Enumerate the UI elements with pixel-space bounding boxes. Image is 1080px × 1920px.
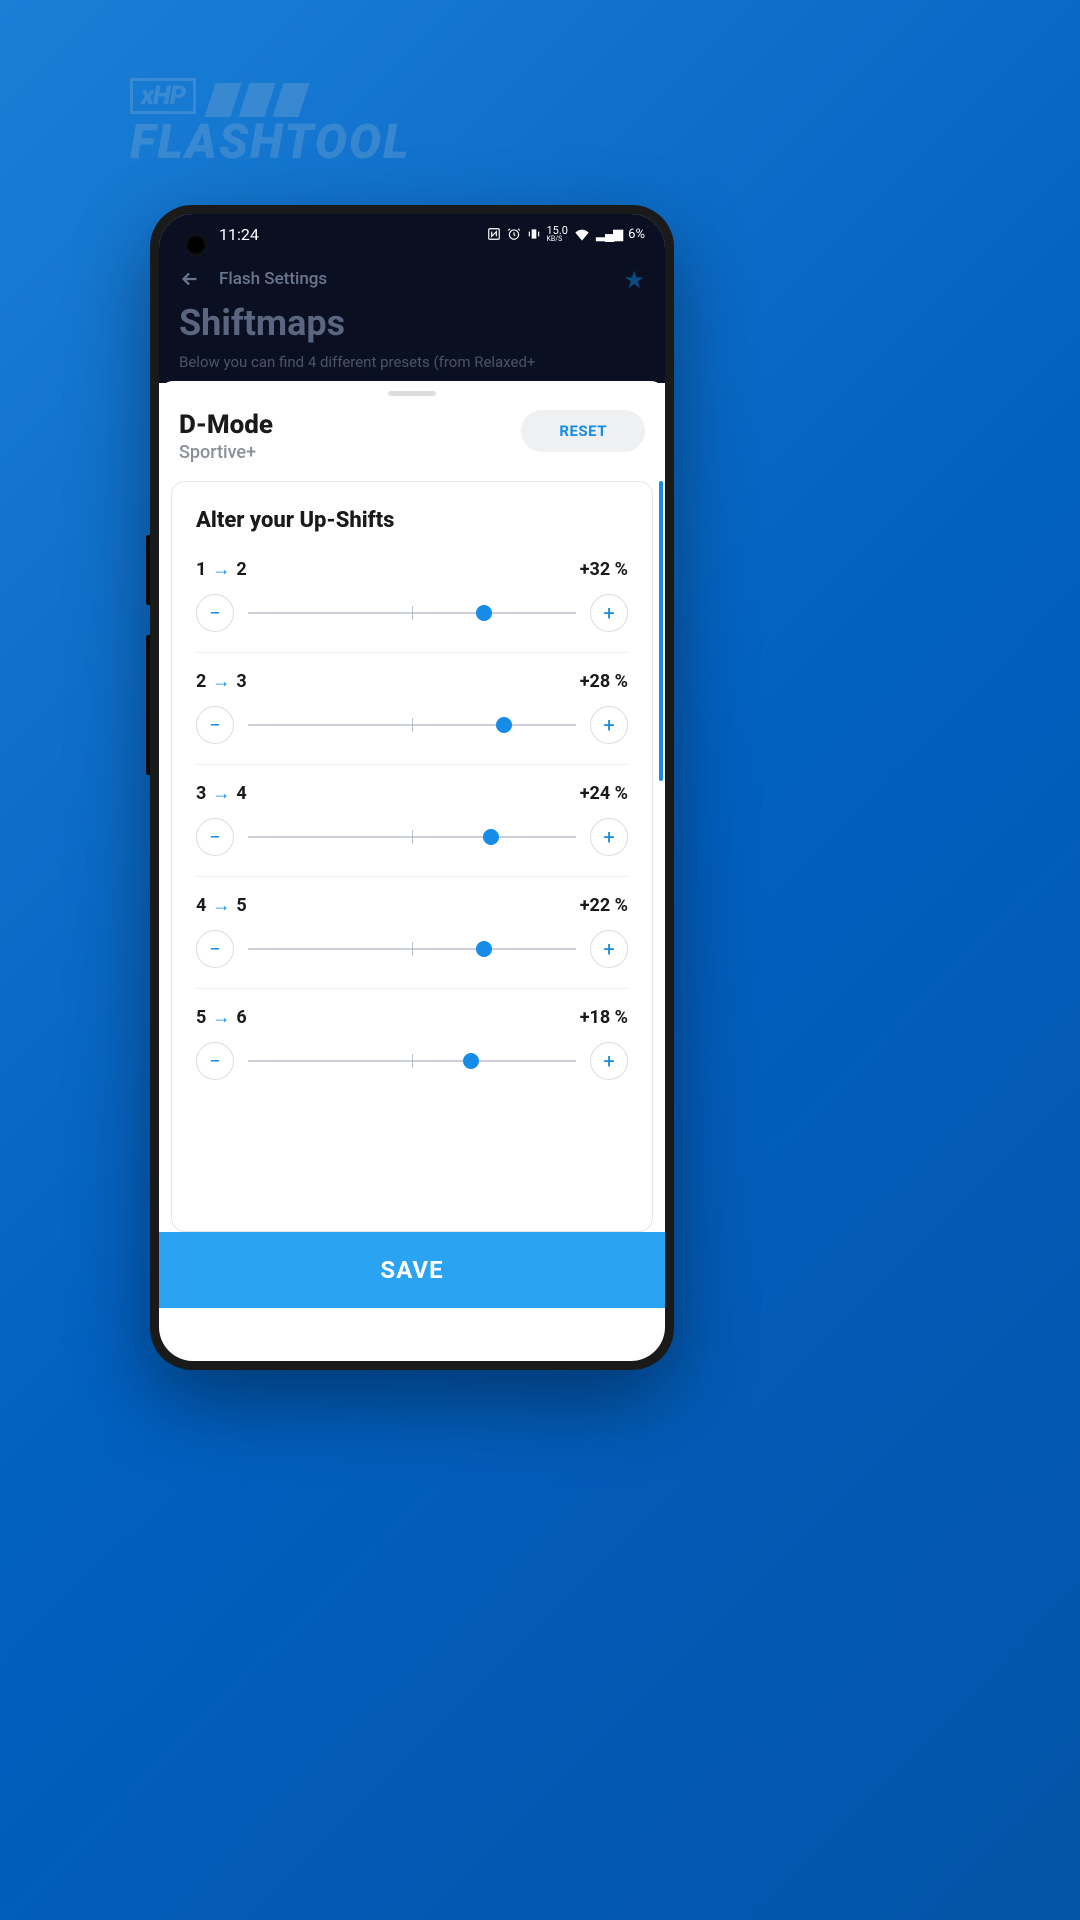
shift-value: +24 % [580,783,628,804]
phone-side-button [146,635,150,775]
shift-slider[interactable] [248,937,576,961]
decrement-button[interactable]: − [196,1042,234,1080]
shift-value: +28 % [580,671,628,692]
decrement-button[interactable]: − [196,706,234,744]
shift-to: 3 [236,671,246,692]
shift-to: 2 [236,559,246,580]
arrow-right-icon: → [212,1007,230,1028]
camera-cutout [185,234,207,256]
shift-from: 3 [196,783,206,804]
vibrate-icon [527,227,541,241]
phone-side-button [146,535,150,605]
network-speed: 15.0 KB/S [547,225,568,243]
increment-button[interactable]: + [590,1042,628,1080]
mode-subtitle: Sportive+ [179,442,273,463]
arrow-right-icon: → [212,671,230,692]
back-icon[interactable] [179,268,201,290]
shift-from: 1 [196,559,206,580]
shift-from: 5 [196,1007,206,1028]
brand-logo: xHP FLASHTOOL [130,78,410,170]
shift-value: +22 % [580,895,628,916]
phone-frame: 11:24 15.0 KB/S ▂▄▆ 6% [150,205,674,1370]
status-time: 11:24 [219,225,259,244]
shift-from: 4 [196,895,206,916]
scroll-area[interactable]: Alter your Up-Shifts 1 → 2 +32 % − + 2 →… [159,481,665,1232]
shift-row: 2 → 3 +28 % − + [196,671,628,765]
shift-slider[interactable] [248,825,576,849]
sheet-grabber[interactable] [388,391,436,396]
shifts-card: Alter your Up-Shifts 1 → 2 +32 % − + 2 →… [171,481,653,1232]
wifi-icon [574,227,590,241]
card-title: Alter your Up-Shifts [196,508,628,533]
brand-badge: xHP [130,78,196,114]
favorite-icon[interactable]: ★ [623,266,645,294]
shift-to: 4 [236,783,246,804]
shift-slider[interactable] [248,601,576,625]
shift-row: 4 → 5 +22 % − + [196,895,628,989]
increment-button[interactable]: + [590,930,628,968]
app-header: Flash Settings ★ Shiftmaps Below you can… [159,254,665,383]
shift-row: 5 → 6 +18 % − + [196,1007,628,1084]
arrow-right-icon: → [212,895,230,916]
signal-icon: ▂▄▆ [596,226,622,242]
arrow-right-icon: → [212,783,230,804]
reset-button[interactable]: RESET [521,410,645,452]
decrement-button[interactable]: − [196,930,234,968]
shift-value: +18 % [580,1007,628,1028]
page-description: Below you can find 4 different presets (… [179,352,645,373]
shift-row: 3 → 4 +24 % − + [196,783,628,877]
arrow-right-icon: → [212,559,230,580]
shift-from: 2 [196,671,206,692]
shift-to: 5 [236,895,246,916]
increment-button[interactable]: + [590,706,628,744]
bottom-sheet: D-Mode Sportive+ RESET Alter your Up-Shi… [159,381,665,1308]
nav-title: Flash Settings [219,269,327,289]
mode-title: D-Mode [179,410,273,440]
shift-slider[interactable] [248,1049,576,1073]
shift-row: 1 → 2 +32 % − + [196,559,628,653]
increment-button[interactable]: + [590,594,628,632]
battery-percent: 6% [628,227,645,242]
shift-slider[interactable] [248,713,576,737]
shift-to: 6 [236,1007,246,1028]
increment-button[interactable]: + [590,818,628,856]
alarm-icon [507,227,521,241]
page-title: Shiftmaps [179,302,645,344]
nfc-icon [487,227,501,241]
status-bar: 11:24 15.0 KB/S ▂▄▆ 6% [159,214,665,254]
save-button[interactable]: SAVE [159,1232,665,1308]
decrement-button[interactable]: − [196,594,234,632]
brand-stripes-icon [210,83,304,117]
brand-name: FLASHTOOL [130,113,410,170]
shift-value: +32 % [580,559,628,580]
decrement-button[interactable]: − [196,818,234,856]
scroll-indicator[interactable] [659,481,663,781]
